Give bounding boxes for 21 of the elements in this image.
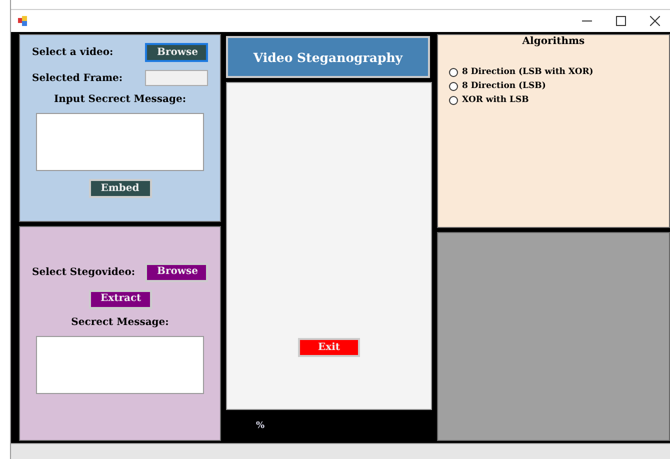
- browse-button[interactable]: Browse: [145, 43, 208, 62]
- select-stegovideo-label: Select Stegovideo:: [32, 266, 136, 278]
- algorithms-title: Algorithms: [522, 36, 585, 47]
- algorithm-radio[interactable]: 8 Direction (LSB): [449, 81, 657, 91]
- message-label: Secrect Message:: [71, 316, 169, 328]
- close-icon[interactable]: [650, 16, 660, 26]
- frame-field[interactable]: [145, 70, 208, 86]
- message-field[interactable]: [36, 336, 204, 394]
- extract-button[interactable]: Extract: [88, 290, 152, 308]
- algorithm-radio[interactable]: XOR with LSB: [449, 95, 657, 105]
- title-button[interactable]: Video Steganography: [226, 36, 430, 78]
- selected-frame-label: Selected Frame:: [32, 72, 123, 84]
- maximize-icon[interactable]: [616, 16, 626, 26]
- algorithm-radio[interactable]: 8 Direction (LSB with XOR): [449, 67, 657, 77]
- embed-button[interactable]: Embed: [88, 179, 152, 198]
- app-icon: [18, 16, 28, 26]
- browse-button[interactable]: Browse: [145, 262, 208, 282]
- progress-percent: %: [256, 420, 265, 430]
- message-field[interactable]: [36, 113, 204, 171]
- message-label: Input Secrect Message:: [54, 94, 186, 105]
- select-video-label: Select a video:: [32, 47, 114, 58]
